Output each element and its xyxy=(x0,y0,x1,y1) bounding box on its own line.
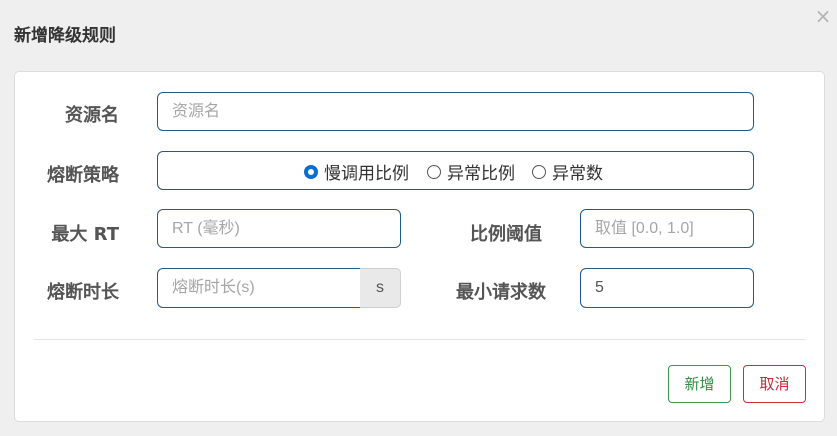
strategy-radio-group: 慢调用比例 异常比例 异常数 xyxy=(157,151,754,190)
radio-unchecked-icon[interactable] xyxy=(427,164,441,179)
radio-slow-ratio[interactable]: 慢调用比例 xyxy=(304,152,409,191)
radio-error-ratio-label: 异常比例 xyxy=(447,164,515,184)
min-requests-input[interactable] xyxy=(580,268,754,308)
ratio-threshold-input[interactable] xyxy=(580,209,754,248)
strategy-label: 熔断策略 xyxy=(47,165,119,186)
resource-label: 资源名 xyxy=(65,105,119,126)
duration-label: 熔断时长 xyxy=(47,282,119,303)
resource-input[interactable] xyxy=(157,92,754,131)
radio-error-count[interactable]: 异常数 xyxy=(532,152,603,191)
add-button[interactable]: 新增 xyxy=(668,365,731,403)
radio-unchecked-icon[interactable] xyxy=(532,164,546,179)
duration-input[interactable] xyxy=(157,268,361,308)
dialog-title: 新增降级规则 xyxy=(14,26,116,46)
radio-checked-icon[interactable] xyxy=(304,164,318,179)
ratio-threshold-label: 比例阈值 xyxy=(470,224,542,245)
radio-slow-ratio-label: 慢调用比例 xyxy=(324,164,409,184)
footer-divider xyxy=(34,339,805,340)
close-icon[interactable]: × xyxy=(813,6,833,26)
radio-error-count-label: 异常数 xyxy=(552,164,603,184)
cancel-button[interactable]: 取消 xyxy=(743,365,806,403)
duration-unit-addon: s xyxy=(360,268,401,308)
radio-error-ratio[interactable]: 异常比例 xyxy=(427,152,515,191)
max-rt-input[interactable] xyxy=(157,209,401,248)
max-rt-label: 最大 RT xyxy=(51,224,119,245)
min-requests-label: 最小请求数 xyxy=(456,282,546,303)
